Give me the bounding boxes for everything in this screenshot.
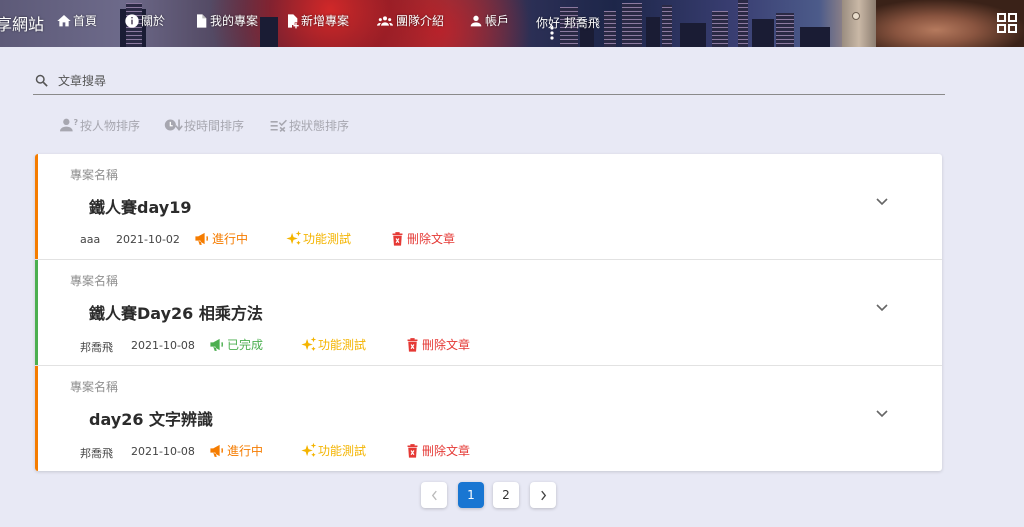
person-help-icon: ?: [60, 118, 78, 132]
sort-by-status-button[interactable]: 按狀態排序: [269, 116, 349, 134]
trash-icon: [407, 338, 418, 352]
search-icon: [35, 74, 48, 87]
delete-label: 刪除文章: [422, 338, 471, 352]
delete-label: 刪除文章: [407, 232, 456, 246]
tag-label: 功能測試: [318, 338, 367, 352]
header-decor-knob: [852, 12, 860, 20]
card-title: 鐵人賽day19: [89, 198, 192, 217]
megaphone-icon: [210, 338, 223, 351]
nav-my-projects[interactable]: 我的專案: [193, 12, 258, 29]
nav-account-label: 帳戶: [485, 14, 510, 28]
nav-my-projects-label: 我的專案: [210, 14, 259, 28]
nav-team-label: 團隊介紹: [396, 14, 445, 28]
card-date: 2021-10-02: [116, 233, 180, 246]
tag-label: 功能測試: [303, 232, 352, 246]
chevron-down-icon[interactable]: [876, 304, 888, 312]
delete-article-button[interactable]: 刪除文章: [404, 336, 470, 353]
nav-new-project-label: 新增專案: [301, 14, 350, 28]
user-greeting: 你好 邦喬飛: [536, 16, 600, 30]
status-chip[interactable]: 已完成: [209, 336, 263, 353]
sort-by-status-label: 按狀態排序: [289, 118, 350, 133]
project-card[interactable]: 專案名稱 day26 文字辨識 邦喬飛 2021-10-08 進行中 功能測試 …: [35, 366, 942, 471]
apps-grid-icon[interactable]: [996, 12, 1018, 34]
chevron-down-icon[interactable]: [876, 198, 888, 206]
status-label: 進行中: [212, 232, 249, 246]
card-date: 2021-10-08: [131, 339, 195, 352]
svg-text:?: ?: [73, 118, 78, 127]
more-vert-icon[interactable]: [549, 26, 555, 40]
page-1-button[interactable]: 1: [458, 482, 484, 508]
megaphone-icon: [195, 232, 208, 245]
group-icon: [377, 15, 393, 26]
tag-chip[interactable]: 功能測試: [300, 442, 366, 459]
sort-by-time-button[interactable]: 按時間排序: [164, 116, 244, 134]
sort-by-person-label: 按人物排序: [80, 118, 141, 133]
card-author: aaa: [80, 233, 101, 246]
sparkle-icon: [301, 336, 317, 351]
card-author: 邦喬飛: [80, 447, 113, 460]
delete-label: 刪除文章: [422, 444, 471, 458]
file-add-icon: [288, 13, 299, 28]
delete-article-button[interactable]: 刪除文章: [389, 230, 455, 247]
nav-team[interactable]: 團隊介紹: [375, 12, 444, 29]
project-card[interactable]: 專案名稱 鐵人賽day19 aaa 2021-10-02 進行中 功能測試 刪除…: [35, 154, 942, 260]
header-decor: [842, 0, 876, 47]
status-chip[interactable]: 進行中: [209, 442, 263, 459]
trash-icon: [407, 444, 418, 458]
nav-new-project[interactable]: 新增專案: [284, 12, 349, 29]
checklist-icon: [270, 119, 287, 132]
card-label: 專案名稱: [70, 380, 119, 394]
next-page-button[interactable]: [530, 482, 556, 508]
project-card[interactable]: 專案名稱 鐵人賽Day26 相乘方法 邦喬飛 2021-10-08 已完成 功能…: [35, 260, 942, 366]
page-2-button[interactable]: 2: [493, 482, 519, 508]
tag-chip[interactable]: 功能測試: [300, 336, 366, 353]
header-bar: 享網站 首頁 關於 我的專案 新增專案 團隊介紹 帳戶 你好 邦喬飛: [0, 0, 1024, 47]
status-label: 進行中: [227, 444, 264, 458]
card-date: 2021-10-08: [131, 445, 195, 458]
card-label: 專案名稱: [70, 274, 119, 288]
nav-home-label: 首頁: [73, 14, 98, 28]
sparkle-icon: [301, 442, 317, 457]
file-icon: [197, 13, 207, 28]
sort-by-time-label: 按時間排序: [184, 118, 245, 133]
status-label: 已完成: [227, 338, 264, 352]
status-chip[interactable]: 進行中: [194, 230, 248, 247]
card-status-accent: [35, 366, 38, 471]
chevron-right-icon: [540, 490, 546, 500]
clock-down-icon: [164, 119, 183, 132]
card-author: 邦喬飛: [80, 341, 113, 354]
brand-title[interactable]: 享網站: [0, 11, 44, 35]
card-title: day26 文字辨識: [89, 410, 214, 429]
prev-page-button[interactable]: [421, 482, 447, 508]
trash-icon: [392, 232, 403, 246]
megaphone-icon: [210, 444, 223, 457]
chevron-down-icon[interactable]: [876, 410, 888, 418]
card-status-accent: [35, 154, 38, 259]
sparkle-icon: [286, 230, 302, 245]
delete-article-button[interactable]: 刪除文章: [404, 442, 470, 459]
tag-label: 功能測試: [318, 444, 367, 458]
nav-account[interactable]: 帳戶: [468, 12, 509, 29]
project-list: 專案名稱 鐵人賽day19 aaa 2021-10-02 進行中 功能測試 刪除…: [35, 154, 942, 471]
info-icon: [125, 13, 139, 28]
search-input[interactable]: [58, 72, 918, 90]
nav-about-label: 關於: [141, 14, 166, 28]
card-status-accent: [35, 260, 38, 365]
account-icon: [470, 15, 482, 26]
card-title: 鐵人賽Day26 相乘方法: [89, 304, 263, 323]
search-field: [33, 66, 945, 95]
nav-about[interactable]: 關於: [124, 12, 165, 29]
tag-chip[interactable]: 功能測試: [285, 230, 351, 247]
chevron-left-icon: [431, 490, 437, 500]
home-icon: [57, 14, 71, 26]
card-label: 專案名稱: [70, 168, 119, 182]
nav-home[interactable]: 首頁: [56, 12, 97, 29]
sort-by-person-button[interactable]: ? 按人物排序: [60, 116, 140, 134]
